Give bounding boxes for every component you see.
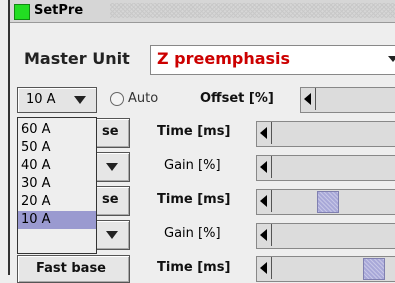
gain-label: Gain [%] (164, 226, 221, 241)
chevron-down-icon (106, 163, 118, 171)
auto-radio[interactable] (110, 92, 124, 106)
arrow-left-icon (260, 195, 267, 207)
arrow-left-icon (304, 93, 311, 105)
arrow-left-icon (260, 127, 267, 139)
range-option-selected[interactable]: 10 A (18, 211, 96, 229)
master-unit-value: Z preemphasis (157, 49, 291, 68)
range-option[interactable]: 30 A (18, 175, 96, 193)
arrow-left-icon (260, 161, 267, 173)
window-title: SetPre (34, 3, 84, 18)
range-option[interactable]: 40 A (18, 157, 96, 175)
slider-thumb[interactable] (363, 258, 385, 280)
offset-slider[interactable] (300, 87, 395, 113)
range-selected-value: 10 A (26, 92, 56, 107)
medium-base-button-label: se (102, 192, 119, 207)
time-label: Time [ms] (157, 192, 231, 207)
slider-thumb[interactable] (317, 191, 339, 213)
time-slider[interactable] (256, 121, 395, 147)
range-option[interactable]: 20 A (18, 193, 96, 211)
time-label: Time [ms] (157, 260, 231, 275)
slider-decrement-button[interactable] (301, 88, 316, 110)
range-option[interactable]: 60 A (18, 121, 96, 139)
fast-base-button[interactable]: Fast base (17, 255, 130, 283)
slider-decrement-button[interactable] (257, 224, 272, 246)
time-slider-2[interactable] (256, 189, 395, 215)
slider-decrement-button[interactable] (257, 122, 272, 144)
time-label: Time [ms] (157, 124, 231, 139)
range-dropdown-list: 60 A 50 A 40 A 30 A 20 A 10 A (17, 117, 97, 254)
chevron-down-icon (106, 231, 118, 239)
chevron-down-icon (74, 96, 86, 104)
arrow-left-icon (260, 229, 267, 241)
gain-slider-2[interactable] (256, 223, 395, 249)
slider-decrement-button[interactable] (257, 190, 272, 212)
time-slider-3[interactable] (256, 256, 395, 282)
app-status-icon (14, 4, 30, 20)
range-option[interactable]: 50 A (18, 139, 96, 157)
slider-decrement-button[interactable] (257, 156, 272, 178)
offset-label: Offset [%] (200, 91, 274, 106)
auto-label: Auto (128, 91, 159, 106)
slow-base-button-label: se (102, 124, 119, 139)
slider-decrement-button[interactable] (257, 257, 272, 279)
chevron-down-icon[interactable] (388, 56, 395, 62)
arrow-left-icon (260, 262, 267, 274)
fast-base-button-label: Fast base (36, 261, 107, 276)
gain-slider[interactable] (256, 155, 395, 181)
range-select[interactable]: 10 A (17, 87, 97, 113)
gain-label: Gain [%] (164, 158, 221, 173)
master-unit-label: Master Unit (24, 49, 130, 68)
